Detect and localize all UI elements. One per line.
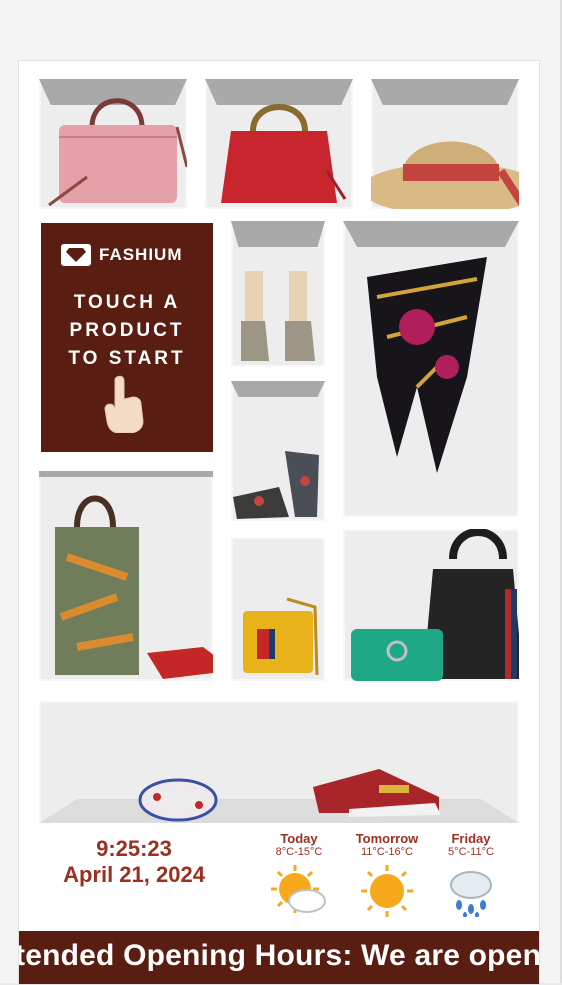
weather-tomorrow: Tomorrow 11°C-16°C <box>347 831 427 922</box>
shelf-center-bottom <box>231 537 325 681</box>
shelf-right-bottom <box>343 529 519 681</box>
announcement-ticker: tended Opening Hours: We are open <box>19 931 539 984</box>
start-message-line: TO START <box>68 348 186 369</box>
rain-cloud-icon <box>450 871 492 918</box>
ticker-text: tended Opening Hours: We are open <box>19 939 539 972</box>
shelf-floor <box>39 799 519 823</box>
sun-icon <box>361 865 413 917</box>
pink-monogram-tote[interactable] <box>47 87 187 209</box>
shelf-right-tall <box>343 221 519 517</box>
weather-day: Tomorrow <box>355 831 419 846</box>
shelf-bottom-wide <box>39 701 519 823</box>
weather-day: Friday <box>451 831 491 846</box>
diamond-icon <box>61 244 91 266</box>
shelf-ceiling <box>231 381 325 397</box>
weather-range: 11°C-16°C <box>360 846 413 858</box>
weather-today: Today 8°C-15°C <box>259 831 339 922</box>
weather-range: 8°C-15°C <box>275 846 323 858</box>
shelf-ceiling <box>343 221 519 247</box>
tiger-print-tote[interactable] <box>47 487 143 679</box>
weather-day: Today <box>280 831 318 846</box>
red-leather-gloves[interactable] <box>143 643 213 681</box>
shelf-top-left <box>39 79 187 209</box>
shelf-top-right <box>371 79 519 209</box>
weather-range: 5°C-11°C <box>448 846 494 858</box>
shelf-ceiling <box>39 471 213 477</box>
printed-bracelet[interactable] <box>137 777 219 823</box>
weather-friday: Friday 5°C-11°C <box>431 831 511 922</box>
shelf-mid-narrow-top <box>231 221 325 367</box>
start-message-line: PRODUCT <box>69 320 185 341</box>
clock-date: April 21, 2024 <box>63 862 205 887</box>
brand-logo: FASHIUM <box>61 243 211 267</box>
floral-platform-pumps[interactable] <box>231 441 325 521</box>
shelf-top-middle <box>205 79 353 209</box>
brand-name: FASHIUM <box>99 245 183 264</box>
touch-to-start-panel[interactable]: FASHIUM TOUCH A PRODUCT TO START <box>41 223 213 452</box>
shelf-ceiling <box>231 221 325 247</box>
kiosk-screen: FASHIUM TOUCH A PRODUCT TO START 9:25:23… <box>18 60 540 985</box>
platform-sandals[interactable] <box>235 261 323 365</box>
straw-floral-hat[interactable] <box>371 109 519 209</box>
shelf-left-bottom <box>39 471 213 681</box>
yellow-shoulder-bag[interactable] <box>237 597 323 675</box>
start-message-line: TOUCH A <box>73 292 181 313</box>
shelf-ceiling <box>371 79 519 105</box>
pointing-hand-icon <box>104 375 144 433</box>
printed-silk-scarf[interactable] <box>357 257 497 473</box>
red-bamboo-handbag[interactable] <box>211 91 347 209</box>
kiosk-bezel: FASHIUM TOUCH A PRODUCT TO START 9:25:23… <box>0 0 562 985</box>
clock-widget: 9:25:23 April 21, 2024 <box>39 836 229 888</box>
embellished-sneakers[interactable] <box>309 763 443 819</box>
green-shoulder-bag[interactable] <box>347 621 447 681</box>
clock-time: 9:25:23 <box>96 836 172 861</box>
sun-cloud-icon <box>271 865 326 913</box>
shelf-mid-narrow-bottom <box>231 381 325 521</box>
start-message: TOUCH A PRODUCT TO START <box>41 289 213 373</box>
